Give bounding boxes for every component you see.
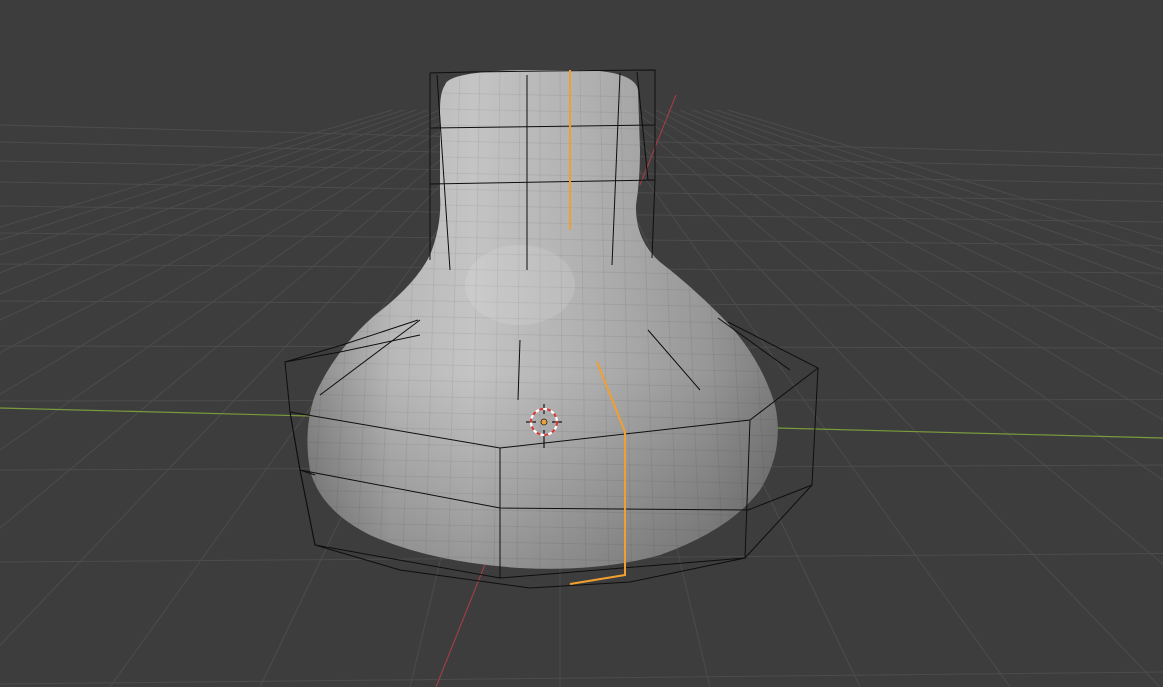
grid-line [715,109,1163,255]
mesh-facet-line [264,60,300,580]
3d-viewport[interactable] [0,0,1163,687]
viewport-canvas[interactable] [0,0,1163,687]
y-axis-line-upper [639,94,677,186]
mesh-facet-line [307,70,321,569]
grid-line [727,109,1163,241]
bottle-mesh[interactable] [264,60,816,580]
grid-line [0,671,1163,685]
